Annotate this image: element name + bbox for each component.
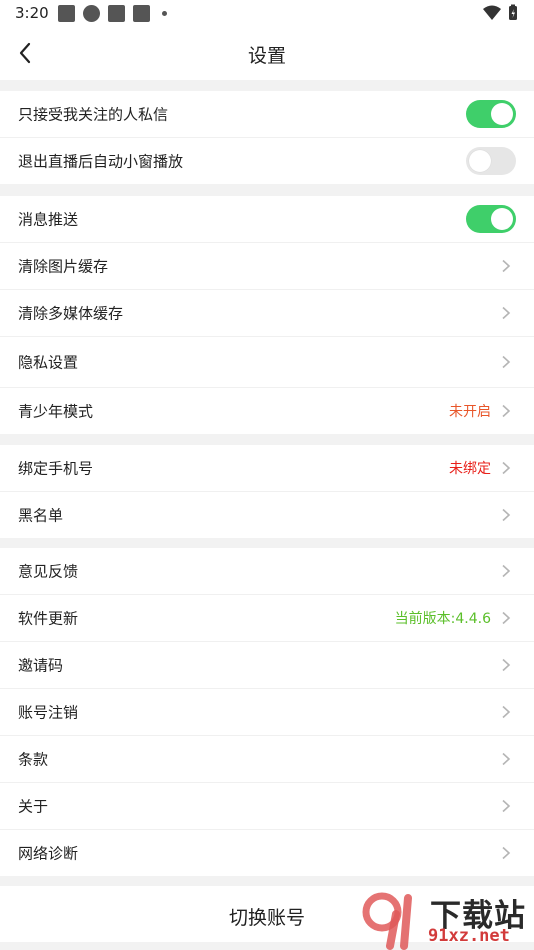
setting-label: 账号注销 (18, 703, 79, 722)
setting-label: 条款 (18, 750, 49, 769)
settings-group-general: 消息推送 清除图片缓存 清除多媒体缓存 隐私设置 青少年模式 未开启 (0, 196, 534, 434)
notification-icon (133, 5, 150, 22)
setting-row-bind-phone[interactable]: 绑定手机号 未绑定 (0, 445, 534, 492)
setting-label: 网络诊断 (18, 844, 79, 863)
settings-group-messaging: 只接受我关注的人私信 退出直播后自动小窗播放 (0, 91, 534, 184)
setting-row-push[interactable]: 消息推送 (0, 196, 534, 243)
app-notification-icon (83, 5, 100, 22)
setting-label: 清除图片缓存 (18, 257, 109, 276)
setting-label: 消息推送 (18, 210, 79, 229)
battery-icon (509, 4, 517, 20)
status-time: 3:20 (15, 4, 49, 22)
status-icons (482, 4, 520, 26)
setting-row-auto-mini-window[interactable]: 退出直播后自动小窗播放 (0, 138, 534, 184)
setting-row-clear-image-cache[interactable]: 清除图片缓存 (0, 243, 534, 290)
chevron-right-icon (502, 461, 511, 475)
setting-row-feedback[interactable]: 意见反馈 (0, 548, 534, 595)
chevron-right-icon (502, 404, 511, 418)
more-notifications-icon (162, 11, 167, 16)
setting-label: 清除多媒体缓存 (18, 304, 124, 323)
auto-mini-window-toggle[interactable] (466, 147, 516, 175)
setting-label: 软件更新 (18, 609, 79, 628)
chevron-right-icon (502, 752, 511, 766)
setting-label: 邀请码 (18, 656, 64, 675)
setting-row-clear-media-cache[interactable]: 清除多媒体缓存 (0, 290, 534, 337)
teen-mode-status: 未开启 (449, 404, 491, 420)
setting-label: 退出直播后自动小窗播放 (18, 152, 184, 171)
setting-row-invite-code[interactable]: 邀请码 (0, 642, 534, 689)
chevron-right-icon (502, 846, 511, 860)
watermark-emblem-icon (362, 892, 412, 950)
notification-icon (58, 5, 75, 22)
setting-row-blacklist[interactable]: 黑名单 (0, 492, 534, 538)
private-message-toggle[interactable] (466, 100, 516, 128)
chevron-right-icon (502, 508, 511, 522)
site-watermark-logo: 下载站 91xz.net (360, 888, 530, 950)
chevron-right-icon (502, 259, 511, 273)
setting-label: 隐私设置 (18, 353, 79, 372)
setting-row-about[interactable]: 关于 (0, 783, 534, 830)
notification-icon (108, 5, 125, 22)
setting-label: 青少年模式 (18, 402, 94, 421)
setting-label: 关于 (18, 797, 49, 816)
setting-row-teen-mode[interactable]: 青少年模式 未开启 (0, 388, 534, 434)
chevron-right-icon (502, 306, 511, 320)
bind-phone-status: 未绑定 (449, 461, 491, 477)
nav-bar: 设置 (0, 28, 534, 80)
chevron-right-icon (502, 564, 511, 578)
wifi-icon (483, 5, 501, 20)
setting-row-software-update[interactable]: 软件更新 当前版本:4.4.6 (0, 595, 534, 642)
chevron-right-icon (502, 355, 511, 369)
page-title: 设置 (247, 45, 286, 67)
chevron-right-icon (502, 611, 511, 625)
settings-group-account: 绑定手机号 未绑定 黑名单 (0, 445, 534, 538)
push-notification-toggle[interactable] (466, 205, 516, 233)
settings-group-about: 意见反馈 软件更新 当前版本:4.4.6 邀请码 账号注销 条款 关于 网络诊断 (0, 548, 534, 876)
chevron-right-icon (502, 705, 511, 719)
setting-row-terms[interactable]: 条款 (0, 736, 534, 783)
chevron-right-icon (502, 658, 511, 672)
setting-row-delete-account[interactable]: 账号注销 (0, 689, 534, 736)
setting-row-private-messages[interactable]: 只接受我关注的人私信 (0, 91, 534, 138)
setting-label: 黑名单 (18, 506, 64, 525)
setting-label: 只接受我关注的人私信 (18, 105, 169, 124)
setting-label: 绑定手机号 (18, 459, 94, 478)
watermark-domain: 91xz.net (428, 926, 510, 946)
status-bar: 3:20 (0, 0, 534, 28)
setting-row-network-diagnosis[interactable]: 网络诊断 (0, 830, 534, 876)
setting-row-privacy[interactable]: 隐私设置 (0, 337, 534, 388)
current-version: 当前版本:4.4.6 (394, 611, 491, 627)
chevron-right-icon (502, 799, 511, 813)
setting-label: 意见反馈 (18, 562, 79, 581)
